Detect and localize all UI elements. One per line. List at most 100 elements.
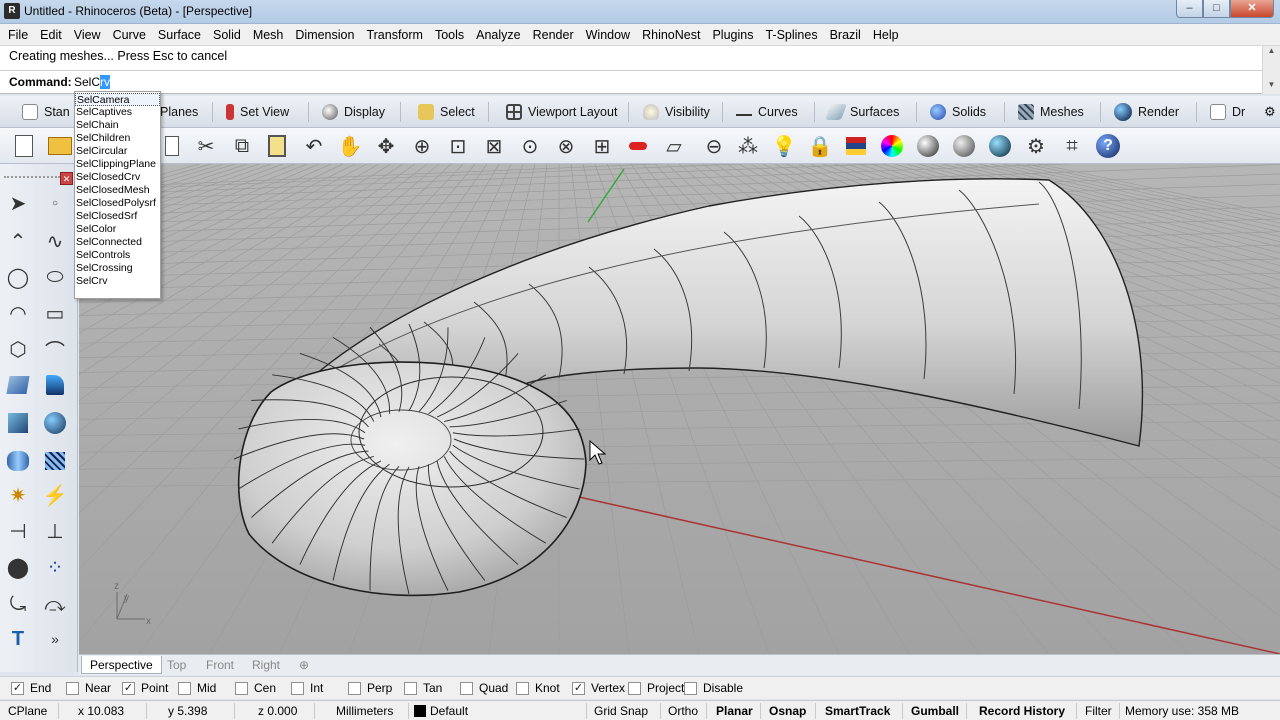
menu-analyze[interactable]: Analyze bbox=[470, 25, 526, 45]
toolbar-close-icon[interactable]: ✕ bbox=[60, 172, 73, 185]
zoom-all-icon[interactable]: ⊗ bbox=[552, 132, 580, 160]
menu-solid[interactable]: Solid bbox=[207, 25, 247, 45]
filter-toggle[interactable]: Filter bbox=[1085, 704, 1112, 718]
osnap-checkbox[interactable] bbox=[404, 681, 417, 695]
menu-brazil[interactable]: Brazil bbox=[824, 25, 867, 45]
blend-curve-icon[interactable]: ⤼ bbox=[40, 590, 70, 620]
pan-hand-icon[interactable]: ✋ bbox=[336, 132, 364, 160]
osnap-checkbox[interactable]: ✓ bbox=[572, 681, 585, 695]
minimize-button[interactable]: – bbox=[1176, 0, 1203, 18]
grid-snap-toggle[interactable]: Grid Snap bbox=[594, 704, 648, 718]
box-solid-icon[interactable] bbox=[3, 408, 33, 438]
osnap-knot[interactable]: Knot bbox=[516, 681, 560, 695]
surface-from-points-icon[interactable] bbox=[3, 370, 33, 400]
toolbar-grip[interactable] bbox=[4, 176, 60, 180]
record-history-toggle[interactable]: Record History bbox=[979, 704, 1065, 718]
ortho-toggle[interactable]: Ortho bbox=[668, 704, 698, 718]
osnap-circle-icon[interactable]: ⊖ bbox=[700, 132, 728, 160]
fillet-curve-icon[interactable]: ⌒ bbox=[40, 334, 70, 364]
tab-cplanes[interactable]: Planes bbox=[160, 101, 198, 123]
osnap-checkbox[interactable]: ✓ bbox=[122, 681, 135, 695]
zoom-extents-icon[interactable]: ⊠ bbox=[480, 132, 508, 160]
tab-surfaces[interactable]: Surfaces bbox=[825, 101, 899, 123]
menu-render[interactable]: Render bbox=[527, 25, 580, 45]
menu-tsplines[interactable]: T-Splines bbox=[759, 25, 823, 45]
autocomplete-item[interactable]: SelClosedCrv bbox=[75, 171, 160, 184]
grid-plane-icon[interactable]: ▱ bbox=[660, 132, 688, 160]
tab-set-view[interactable]: Set View bbox=[226, 101, 289, 123]
command-autocomplete-list[interactable]: SelCamera SelCaptives SelChain SelChildr… bbox=[74, 91, 161, 299]
osnap-checkbox[interactable]: ✓ bbox=[11, 681, 24, 695]
tab-right[interactable]: Right bbox=[244, 656, 288, 674]
autocomplete-item[interactable]: SelCaptives bbox=[75, 106, 160, 119]
rectangle-icon[interactable]: ▭ bbox=[40, 298, 70, 328]
autocomplete-item[interactable]: SelColor bbox=[75, 223, 160, 236]
osnap-tan[interactable]: Tan bbox=[404, 681, 442, 695]
add-viewport-icon[interactable]: ⊕ bbox=[291, 656, 317, 674]
tab-visibility[interactable]: Visibility bbox=[643, 101, 710, 123]
osnap-checkbox[interactable] bbox=[291, 681, 304, 695]
layer-stack-icon[interactable] bbox=[842, 132, 870, 160]
rotate-view-icon[interactable]: ✥ bbox=[372, 132, 400, 160]
menu-help[interactable]: Help bbox=[867, 25, 905, 45]
extrude-surface-icon[interactable] bbox=[40, 370, 70, 400]
menu-transform[interactable]: Transform bbox=[360, 25, 429, 45]
osnap-checkbox[interactable] bbox=[178, 681, 191, 695]
zoom-window-icon[interactable]: ⊡ bbox=[444, 132, 472, 160]
autocomplete-item[interactable]: SelCamera bbox=[75, 93, 160, 106]
osnap-vertex[interactable]: ✓ Vertex bbox=[572, 681, 625, 695]
mesh-plane-icon[interactable] bbox=[40, 446, 70, 476]
osnap-checkbox[interactable] bbox=[628, 681, 641, 695]
osnap-checkbox[interactable] bbox=[66, 681, 79, 695]
undo-icon[interactable]: ↶ bbox=[300, 132, 328, 160]
tab-top[interactable]: Top bbox=[159, 656, 194, 674]
copy-to-clipboard-icon[interactable] bbox=[158, 132, 186, 160]
render-blue-sphere-icon[interactable] bbox=[986, 132, 1014, 160]
osnap-perp[interactable]: Perp bbox=[348, 681, 392, 695]
menu-window[interactable]: Window bbox=[580, 25, 636, 45]
cylinder-mesh-icon[interactable] bbox=[3, 446, 33, 476]
text-tool-icon[interactable]: T bbox=[3, 624, 33, 654]
tab-select[interactable]: Select bbox=[418, 101, 475, 123]
autocomplete-item[interactable]: SelClosedSrf bbox=[75, 210, 160, 223]
rhino-app-icon[interactable]: R bbox=[4, 3, 20, 19]
osnap-cen[interactable]: Cen bbox=[235, 681, 276, 695]
autocomplete-item[interactable]: SelCrossing bbox=[75, 262, 160, 275]
tab-display[interactable]: Display bbox=[322, 101, 385, 123]
tab-perspective[interactable]: Perspective bbox=[81, 656, 162, 674]
polyline-icon[interactable]: ⌃ bbox=[3, 226, 33, 256]
select-points-icon[interactable]: ⁂ bbox=[734, 132, 762, 160]
osnap-project[interactable]: Project bbox=[628, 681, 684, 695]
polygon-icon[interactable]: ⬡ bbox=[3, 334, 33, 364]
tab-viewport-layout[interactable]: Viewport Layout bbox=[506, 101, 617, 123]
planar-toggle[interactable]: Planar bbox=[716, 704, 753, 718]
point-icon[interactable]: ○ bbox=[40, 188, 70, 218]
boolean-lightning-icon[interactable]: ⚡ bbox=[40, 480, 70, 510]
boolean-spheres-icon[interactable]: ⬤ bbox=[3, 552, 33, 582]
array-dots-icon[interactable]: ⁘ bbox=[40, 552, 70, 582]
autocomplete-item[interactable]: SelClosedMesh bbox=[75, 184, 160, 197]
color-wheel-icon[interactable] bbox=[878, 132, 906, 160]
osnap-point[interactable]: ✓ Point bbox=[122, 681, 168, 695]
osnap-checkbox[interactable] bbox=[516, 681, 529, 695]
copy-icon[interactable]: ⧉ bbox=[228, 132, 256, 160]
tab-front[interactable]: Front bbox=[198, 656, 242, 674]
menu-tools[interactable]: Tools bbox=[429, 25, 470, 45]
cut-scissors-icon[interactable]: ✂ bbox=[192, 132, 220, 160]
expand-chevron-icon[interactable]: » bbox=[40, 624, 70, 654]
autocomplete-item[interactable]: SelControls bbox=[75, 249, 160, 262]
zoom-in-icon[interactable]: ⊕ bbox=[408, 132, 436, 160]
dimension-icon[interactable]: ⊣ bbox=[3, 516, 33, 546]
material-sphere-icon[interactable] bbox=[914, 132, 942, 160]
command-scrollbar[interactable]: ▲ ▼ bbox=[1262, 46, 1280, 94]
osnap-checkbox[interactable] bbox=[348, 681, 361, 695]
command-line[interactable]: Command: SelCrv bbox=[0, 70, 1262, 92]
lock-icon[interactable]: 🔒 bbox=[806, 132, 834, 160]
autocomplete-item[interactable]: SelClosedPolysrf bbox=[75, 197, 160, 210]
arc-icon[interactable]: ◠ bbox=[3, 298, 33, 328]
fillet-edge-icon[interactable]: ⤿ bbox=[3, 590, 33, 620]
menu-dimension[interactable]: Dimension bbox=[289, 25, 360, 45]
menu-curve[interactable]: Curve bbox=[107, 25, 152, 45]
osnap-mid[interactable]: Mid bbox=[178, 681, 216, 695]
menu-edit[interactable]: Edit bbox=[34, 25, 68, 45]
